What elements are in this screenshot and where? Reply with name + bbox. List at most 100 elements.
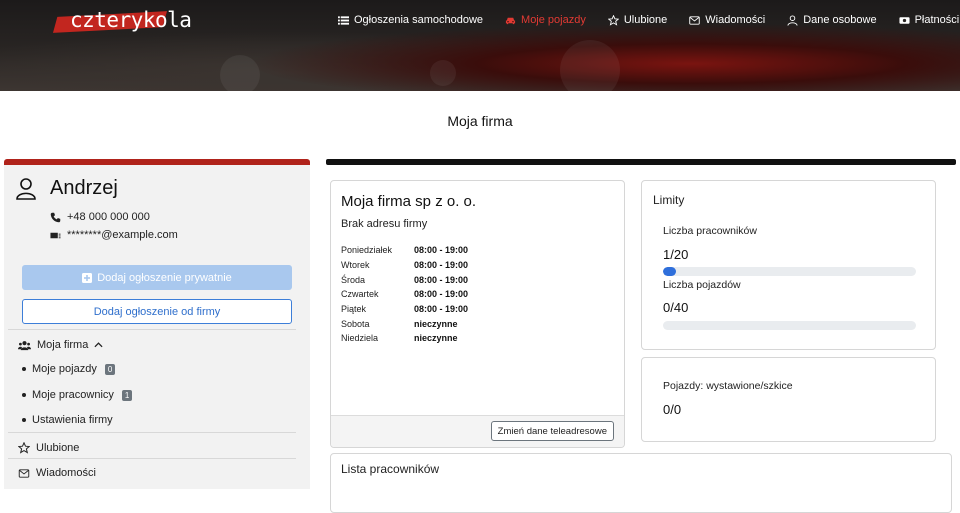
star-icon [18,442,30,454]
day-label: Piątek [341,304,367,315]
hours-value: 08:00 - 19:00 [414,260,469,271]
add-private-ad-button[interactable]: Dodaj ogłoszenie prywatnie [22,265,292,290]
company-name: Moja firma sp z o. o. [341,193,477,210]
hours-value: 08:00 - 19:00 [414,304,469,315]
hours-value: 08:00 - 19:00 [414,245,469,256]
day-label: Niedziela [341,333,379,344]
card-footer: Zmień dane teleadresowe [331,415,624,447]
hours-value: nieczynne [414,318,458,329]
background-light [430,60,456,86]
header-banner: czterykola Ogłoszenia samochodowe Moje p… [0,0,960,91]
nav-label: Ogłoszenia samochodowe [354,14,484,26]
user-email: ********@example.com [50,229,178,241]
hours-row: Sobota nieczynne [341,316,468,331]
hours-value: nieczynne [414,333,458,344]
nav-label: Dane osobowe [803,14,877,26]
employees-list-title: Lista pracowników [341,462,440,476]
menu-company-label: Moja firma [37,339,89,351]
user-name: Andrzej [50,177,118,199]
day-label: Czwartek [341,289,379,300]
money-icon [899,16,910,24]
hours-value: 08:00 - 19:00 [414,289,469,300]
bullet [22,367,26,371]
mail-list-icon [50,232,61,238]
employees-limit-label: Liczba pracowników [663,225,757,237]
vehicles-stats-value: 0/0 [663,402,682,417]
phone-icon [50,212,61,222]
nav-item-ads[interactable]: Ogłoszenia samochodowe [338,14,483,26]
email-address: ********@example.com [67,229,178,241]
vehicles-stats-label: Pojazdy: wystawione/szkice [663,380,793,392]
users-icon [18,340,31,350]
vehicles-progress-bar [663,321,916,330]
nav-item-favorites[interactable]: Ulubione [607,14,668,26]
plus-square-icon [82,272,93,283]
day-label: Środa [341,274,366,285]
background-light [560,40,620,91]
company-info-card: Moja firma sp z o. o. Brak adresu firmy … [330,180,625,448]
hours-row: Piątek 08:00 - 19:00 [341,302,468,317]
count-badge: 1 [121,389,133,401]
nav-label: Płatności [914,14,960,26]
limits-card: Limity Liczba pracowników 1/20 Liczba po… [641,180,936,350]
star-icon [607,14,619,26]
divider [8,329,296,330]
user-phone: +48 000 000 000 [50,211,150,223]
hours-row: Wtorek 08:00 - 19:00 [341,258,468,273]
phone-number: +48 000 000 000 [67,211,150,223]
logo-text: czterykola [70,8,192,32]
vehicles-limit-label: Liczba pojazdów [663,279,741,291]
sidebar-item-company-settings[interactable]: Ustawienia firmy [22,414,113,426]
user-icon [16,177,36,200]
nav-item-my-vehicles[interactable]: Moje pojazdy [505,14,586,26]
nav-item-payments[interactable]: Płatności [899,14,960,26]
change-contact-data-button[interactable]: Zmień dane teleadresowe [490,421,614,441]
main-top-bar [326,159,956,165]
employees-limit-value: 1/20 [663,247,689,262]
bullet [22,393,26,397]
hours-row: Niedziela nieczynne [341,331,468,346]
opening-hours: Poniedziałek 08:00 - 19:00 Wtorek 08:00 - … [341,243,468,346]
nav-item-personal-data[interactable]: Dane osobowe [787,14,877,26]
add-private-ad-label: Dodaj ogłoszenie prywatnie [97,271,232,284]
sidebar-item-favorites[interactable]: Ulubione [18,442,79,454]
nav-item-messages[interactable]: Wiadomości [689,14,765,26]
hours-value: 08:00 - 19:00 [414,274,469,285]
add-company-ad-button[interactable]: Dodaj ogłoszenie od firmy [22,299,292,324]
hours-row: Środa 08:00 - 19:00 [341,272,468,287]
count-badge: 0 [104,363,116,375]
sidebar-item-label: Moje pracownicy [32,389,114,401]
employees-list-card: Lista pracowników [330,453,952,513]
chevron-up-icon [94,342,103,348]
sidebar-item-my-employees[interactable]: Moje pracownicy 1 [22,389,133,401]
sidebar-item-messages[interactable]: Wiadomości [18,467,96,479]
logo[interactable]: czterykola [70,8,192,34]
divider [8,458,296,459]
day-label: Poniedziałek [341,245,393,256]
car-icon [505,17,516,24]
main-nav: Ogłoszenia samochodowe Moje pojazdy Ulub… [338,14,960,26]
nav-label: Wiadomości [705,14,766,26]
nav-label: Moje pojazdy [521,14,586,26]
sidebar: Andrzej +48 000 000 000 ********@example… [4,159,310,489]
envelope-icon [689,15,701,25]
vehicles-stats-card: Pojazdy: wystawione/szkice 0/0 [641,357,936,442]
employees-progress-bar [663,267,916,276]
background-light [220,55,260,91]
vehicles-limit-value: 0/40 [663,300,689,315]
menu-company-toggle[interactable]: Moja firma [18,339,103,351]
hours-row: Czwartek 08:00 - 19:00 [341,287,468,302]
limits-title: Limity [653,193,685,207]
sidebar-item-label: Moje pojazdy [32,363,97,375]
sidebar-item-label: Wiadomości [36,467,96,479]
divider [8,432,296,433]
nav-label: Ulubione [623,14,668,26]
hours-row: Poniedziałek 08:00 - 19:00 [341,243,468,258]
sidebar-item-my-vehicles[interactable]: Moje pojazdy 0 [22,363,116,375]
day-label: Sobota [341,318,370,329]
day-label: Wtorek [341,260,370,271]
add-company-ad-label: Dodaj ogłoszenie od firmy [93,305,221,318]
user-icon [787,14,798,26]
sidebar-item-label: Ustawienia firmy [32,414,113,426]
list-icon [338,15,349,25]
